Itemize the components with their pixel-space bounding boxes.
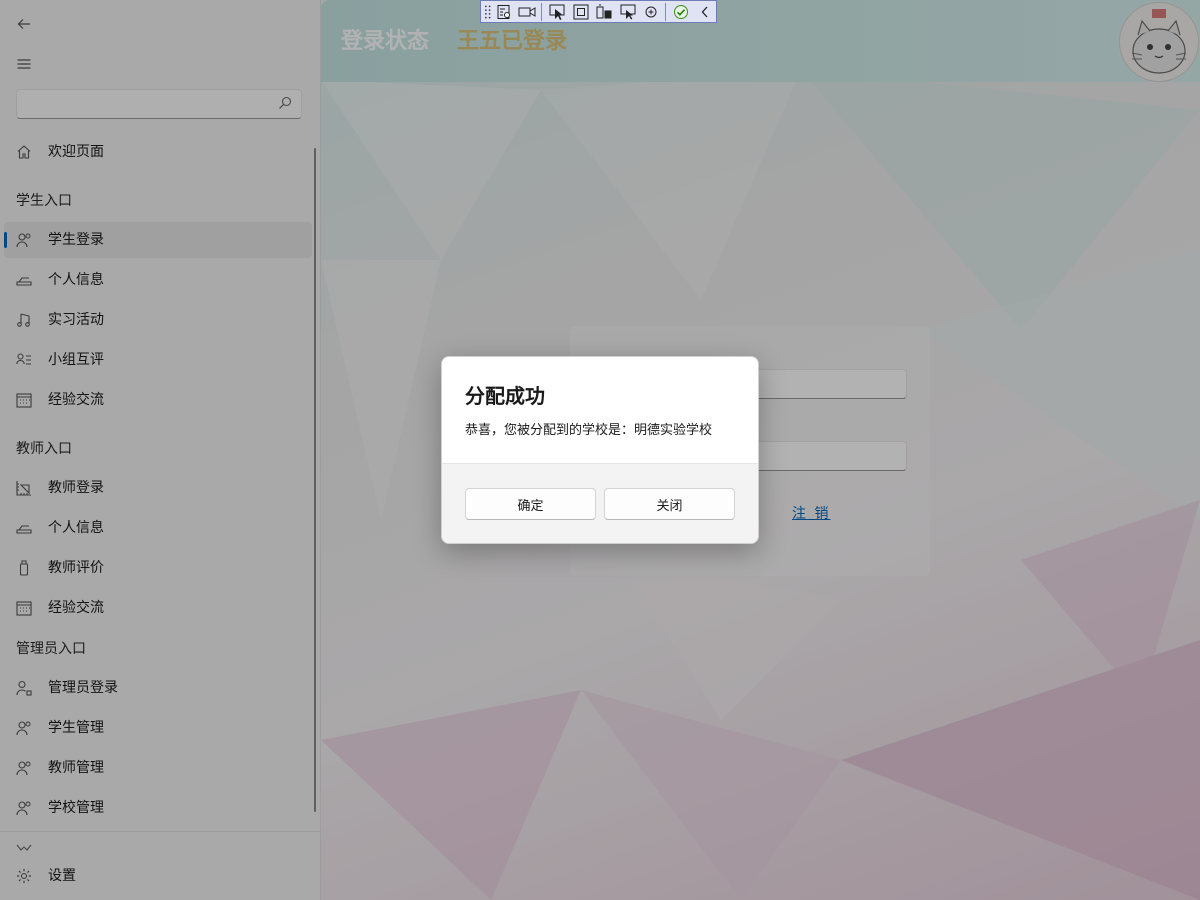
layout-adorners-button[interactable] [570,2,592,22]
grip-icon[interactable] [484,3,491,21]
visual-tree-icon [497,4,510,19]
xaml-debug-toolbar [480,0,717,23]
display-layout-icon [620,4,636,19]
track-focus-button[interactable] [593,2,615,22]
track-focus-icon [596,4,612,18]
confirm-button[interactable]: 确定 [465,488,596,520]
assignment-success-dialog: 分配成功 恭喜，您被分配到的学校是：明德实验学校 确定 关闭 [441,356,759,544]
display-layout-button[interactable] [616,2,638,22]
toolbar-separator [665,2,667,21]
binding-failures-button[interactable] [640,2,662,22]
toolbar-separator [541,2,543,21]
select-element-button[interactable] [546,2,568,22]
adorner-icon [573,4,589,19]
dialog-button-bar: 确定 关闭 [442,463,758,543]
collapse-toolbar-button[interactable] [694,2,716,22]
live-visual-tree-button[interactable] [492,2,514,22]
checkmark-circle-icon [674,4,689,19]
close-button[interactable]: 关闭 [604,488,735,520]
record-button[interactable] [516,2,538,22]
video-camera-icon [518,6,536,17]
chevron-left-icon [701,6,708,17]
dialog-title: 分配成功 [465,384,545,408]
binding-failures-icon [645,6,657,17]
hot-reload-status-button[interactable] [670,2,692,22]
select-cursor-icon [549,4,565,20]
dialog-message: 恭喜，您被分配到的学校是：明德实验学校 [465,423,713,438]
